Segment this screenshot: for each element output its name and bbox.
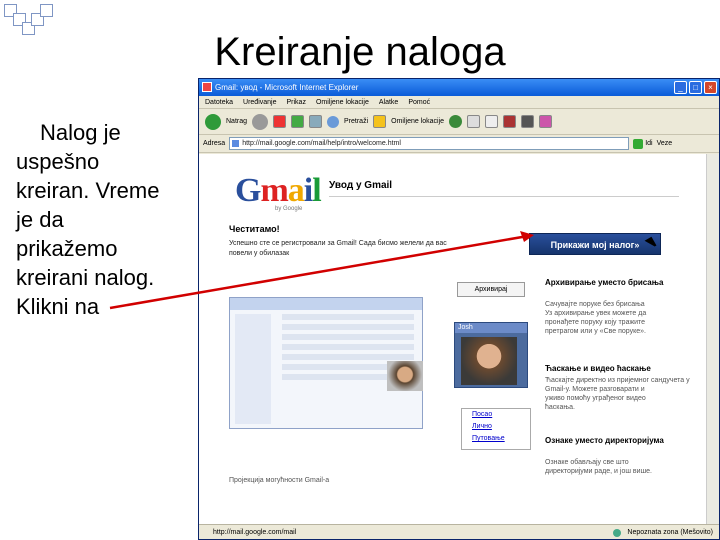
print-icon[interactable] [485, 115, 499, 128]
slide-title: Kreiranje naloga [214, 30, 506, 74]
feature-text: Ћаскајте директно из пријемног сандучета… [545, 376, 695, 412]
refresh-icon[interactable] [291, 115, 305, 128]
archive-button[interactable]: Архивирај [457, 282, 525, 297]
show-account-button[interactable]: Прикажи мој налог» [529, 233, 661, 255]
feature-line: ћаскања. [545, 404, 575, 411]
body-line: uspešno [16, 149, 100, 174]
search-icon[interactable] [327, 115, 340, 128]
go-button[interactable]: Idi [633, 138, 653, 149]
ie-icon [202, 82, 212, 92]
feature-line: пронађете поруку коју тражите [545, 319, 646, 326]
favorites-label[interactable]: Omiljene lokacije [391, 118, 444, 125]
links-label[interactable]: Veze [657, 140, 673, 147]
decor-square [40, 4, 53, 17]
screenshot-row [282, 354, 414, 360]
labels-panel: Посао Лично Путовање [461, 408, 531, 450]
browser-window: Gmail: увод - Microsoft Internet Explore… [198, 78, 720, 540]
body-line: je da [16, 207, 64, 232]
feature-line: Ознаке обављају све што [545, 459, 629, 466]
browser-titlebar: Gmail: увод - Microsoft Internet Explore… [199, 79, 719, 96]
status-zone: Nepoznata zona (Mešovito) [627, 529, 713, 536]
congrats-heading: Честитамо! [229, 224, 280, 234]
address-label: Adresa [203, 140, 226, 147]
body-line: kreirani nalog. [16, 265, 155, 290]
menu-item[interactable]: Alatke [379, 96, 398, 108]
menu-bar: Datoteka Uređivanje Prikaz Omiljene loka… [199, 96, 719, 109]
screenshot-header [230, 298, 422, 310]
feature-title: Архивирање уместо брисања [545, 278, 664, 287]
chat-header: Josh [455, 323, 527, 333]
feature-text: Сачувајте поруке без брисања Уз архивира… [545, 300, 695, 336]
label-item[interactable]: Посао [462, 409, 530, 421]
feature-line: Ћаскајте директно из пријемног сандучета… [545, 377, 690, 384]
status-bar: http://mail.google.com/mail Nepoznata zo… [199, 524, 719, 539]
menu-item[interactable]: Pomoć [408, 96, 430, 108]
media-icon[interactable] [521, 115, 535, 128]
menu-item[interactable]: Uređivanje [243, 96, 276, 108]
feature-title: Ћаскање и видео ћаскање [545, 364, 651, 373]
mail-icon[interactable] [467, 115, 481, 128]
feature-line: уживо помоћу уграђеног видео [545, 395, 646, 402]
label-text: Лично [472, 423, 492, 430]
feature-line: Уз архивирање увек можете да [545, 310, 647, 317]
browser-toolbar: Natrag Pretraži Omiljene lokacije [199, 109, 719, 135]
feature-title: Ознаке уместо директоријума [545, 436, 664, 445]
zone-icon [613, 528, 622, 537]
body-line: Klikni na [16, 294, 100, 319]
screenshot-row [282, 344, 414, 350]
body-line: prikažemo [16, 236, 118, 261]
feature-line: Gmail-у. Можете разговарати и [545, 386, 645, 393]
back-label[interactable]: Natrag [226, 118, 247, 125]
vertical-scrollbar[interactable] [706, 154, 719, 526]
screenshot-row [282, 314, 414, 320]
feature-line: претрагом или у «Све поруке». [545, 328, 646, 335]
slide-body: Nalog je uspešno kreiran. Vreme je da pr… [16, 118, 184, 321]
minimize-icon[interactable]: _ [674, 81, 687, 94]
go-label: Idi [645, 140, 653, 147]
back-icon[interactable] [205, 113, 221, 130]
label-text: Путовање [472, 435, 505, 442]
menu-item[interactable]: Prikaz [287, 96, 306, 108]
address-bar: Adresa http://mail.google.com/mail/help/… [199, 135, 719, 153]
feature-line: Сачувајте поруке без брисања [545, 301, 645, 308]
label-item[interactable]: Путовање [462, 433, 530, 445]
stop-icon[interactable] [273, 115, 287, 128]
video-chat-window: Josh [454, 322, 528, 388]
favorites-icon[interactable] [373, 115, 387, 128]
status-url: http://mail.google.com/mail [213, 529, 297, 536]
go-icon [633, 138, 644, 149]
messenger-icon[interactable] [539, 115, 553, 128]
contact-photo [387, 361, 423, 391]
address-input[interactable]: http://mail.google.com/mail/help/intro/w… [229, 137, 630, 150]
logo-subtext: by Google [275, 206, 303, 212]
intro-line: повели у обилазак [229, 250, 290, 257]
divider [329, 196, 679, 197]
gmail-logo: Gmail [235, 172, 322, 209]
body-line: kreiran. Vreme [16, 178, 160, 203]
menu-item[interactable]: Omiljene lokacije [316, 96, 369, 108]
footer-note: Пројекција могућности Gmail-а [229, 477, 330, 484]
window-title: Gmail: увод - Microsoft Internet Explore… [215, 83, 359, 92]
page-header: Увод у Gmail [329, 180, 393, 191]
search-label[interactable]: Pretraži [344, 118, 368, 125]
feature-text: Ознаке обављају све што директоријуми ра… [545, 458, 695, 476]
body-line: Nalog je [40, 120, 121, 145]
menu-item[interactable]: Datoteka [205, 96, 233, 108]
home-icon[interactable] [309, 115, 323, 128]
screenshot-sidebar [235, 314, 271, 424]
gmail-welcome-page: Gmail by Google Увод у Gmail Честитамо! … [199, 154, 708, 526]
forward-icon[interactable] [252, 113, 269, 130]
feature-line: директоријуми раде, и још више. [545, 468, 652, 475]
label-text: Посао [472, 411, 493, 418]
maximize-icon[interactable]: □ [689, 81, 702, 94]
history-icon[interactable] [449, 115, 463, 128]
screenshot-row [282, 334, 414, 340]
label-item[interactable]: Лично [462, 421, 530, 433]
video-face [461, 337, 517, 385]
screenshot-row [282, 324, 414, 330]
intro-line: Успешно сте се регистровали за Gmail! Са… [229, 240, 447, 247]
close-icon[interactable]: × [704, 81, 717, 94]
edit-icon[interactable] [503, 115, 517, 128]
